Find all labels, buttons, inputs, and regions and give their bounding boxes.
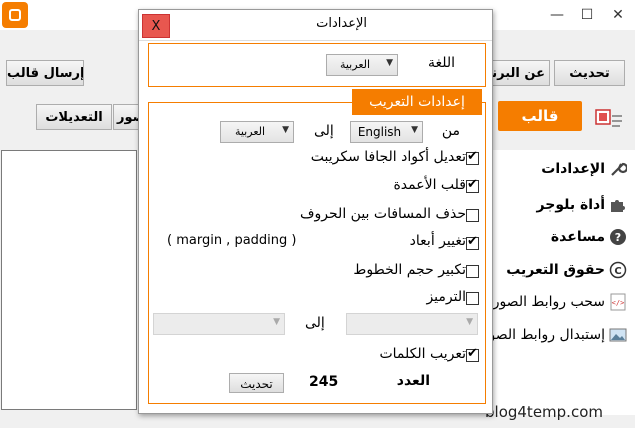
count-value: 245 <box>309 374 339 390</box>
sidebar-item-credits[interactable]: حقوق التعريب C <box>506 257 627 283</box>
copyright-icon: C <box>609 261 627 279</box>
update-count-button[interactable]: تحديث <box>229 373 284 393</box>
svg-text:</>: </> <box>612 299 625 307</box>
close-window-button[interactable]: ✕ <box>604 0 632 30</box>
sidebar-item-help[interactable]: مساعدة ? <box>551 224 627 250</box>
update-app-button[interactable]: تحديث <box>554 60 625 86</box>
checkmark-icon: ✔ <box>467 149 478 164</box>
option-flip-columns-checkbox[interactable]: ✔ <box>466 177 479 193</box>
translate-words-checkbox[interactable]: ✔ <box>466 346 479 362</box>
option-enlarge-fonts-checkbox[interactable] <box>466 265 479 278</box>
translate-words-label: تعريب الكلمات <box>379 346 466 362</box>
option-encoding-checkbox[interactable] <box>466 292 479 305</box>
sidebar-item-replace-image-links[interactable]: إستبدال روابط الصور <box>482 322 627 348</box>
encoding-from-select[interactable]: ▼ <box>346 313 478 335</box>
from-label: من <box>441 123 460 139</box>
from-language-select[interactable]: English ▼ <box>350 121 423 143</box>
option-change-dimensions-label: تغيير أبعاد <box>409 233 466 249</box>
blogger-logo-icon <box>2 2 28 28</box>
encoding-to-select[interactable]: ▼ <box>153 313 285 335</box>
checkmark-icon: ✔ <box>467 177 478 192</box>
option-remove-letter-spacing-checkbox[interactable] <box>466 209 479 222</box>
localization-header: إعدادات التعريب <box>352 89 482 115</box>
option-change-dimensions-checkbox[interactable]: ✔ <box>466 234 479 250</box>
option-edit-javascript-label: تعديل أكواد الجافا سكريبت <box>310 149 466 165</box>
checkmark-icon: ✔ <box>467 346 478 361</box>
wrench-icon <box>609 160 629 178</box>
language-label: اللغة <box>427 55 455 71</box>
dialog-title: الإعدادات <box>316 16 367 31</box>
count-label: العدد <box>396 373 430 389</box>
to-label: إلى <box>314 123 334 139</box>
chevron-down-icon: ▼ <box>411 125 418 135</box>
chevron-down-icon: ▼ <box>466 317 473 327</box>
to-language-select[interactable]: العربية ▼ <box>220 121 294 143</box>
footer-url[interactable]: blog4temp.com <box>485 403 603 421</box>
puzzle-icon <box>609 196 627 214</box>
image-icon <box>609 326 627 344</box>
sidebar-item-pull-image-links[interactable]: سحب روابط الصور </> <box>493 289 627 315</box>
send-template-button[interactable]: إرسال قالب <box>6 60 84 86</box>
language-select[interactable]: العربية ▼ <box>326 54 398 76</box>
sidebar-item-settings[interactable]: الإعدادات <box>541 156 629 182</box>
template-cursor-icon <box>590 104 624 134</box>
checkmark-icon: ✔ <box>467 234 478 249</box>
minimize-button[interactable]: — <box>543 0 571 30</box>
edits-tab[interactable]: التعديلات <box>36 104 112 130</box>
encoding-to-label: إلى <box>305 315 325 331</box>
template-button[interactable]: قالب <box>498 101 582 131</box>
option-edit-javascript-checkbox[interactable]: ✔ <box>466 149 479 165</box>
svg-text:C: C <box>614 266 621 277</box>
sidebar-item-blogger-tool[interactable]: أداة بلوجر <box>537 192 627 218</box>
option-encoding-label: الترميز <box>426 289 466 305</box>
chevron-down-icon: ▼ <box>273 317 280 327</box>
dimensions-note: ( margin , padding ) <box>167 233 297 248</box>
about-button[interactable]: عن البرنامج <box>488 60 550 86</box>
option-remove-letter-spacing-label: حذف المسافات بين الحروف <box>300 206 466 222</box>
images-tab[interactable]: صور <box>113 104 139 130</box>
maximize-button[interactable]: ☐ <box>573 0 601 30</box>
settings-dialog: X الإعدادات اللغة العربية ▼ إعدادات التع… <box>138 9 493 414</box>
editor-area[interactable] <box>1 150 137 410</box>
sidebar: الإعدادات أداة بلوجر مساعدة ? حقوق التعر… <box>482 150 635 415</box>
dialog-close-button[interactable]: X <box>142 14 170 38</box>
dialog-titlebar: X الإعدادات <box>139 10 492 41</box>
option-flip-columns-label: قلب الأعمدة <box>393 177 466 193</box>
option-enlarge-fonts-label: تكبير حجم الخطوط <box>353 262 466 278</box>
chevron-down-icon: ▼ <box>386 58 393 68</box>
language-group: اللغة العربية ▼ <box>148 43 486 87</box>
localization-group: إعدادات التعريب من English ▼ إلى العربية… <box>148 89 486 404</box>
chevron-down-icon: ▼ <box>282 125 289 135</box>
svg-text:?: ? <box>615 231 621 244</box>
code-file-icon: </> <box>609 293 627 311</box>
help-icon: ? <box>609 228 627 246</box>
